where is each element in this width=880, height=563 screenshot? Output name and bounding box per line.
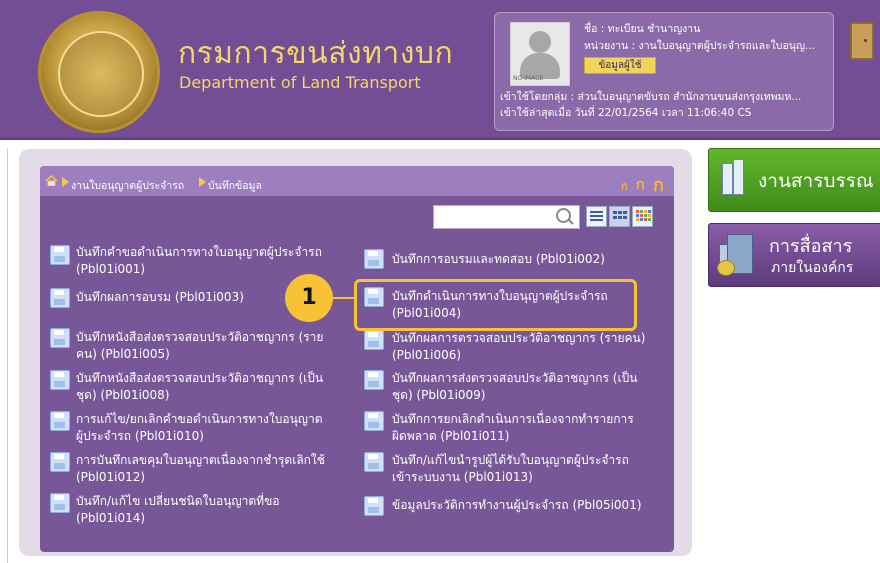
user-info-box: NO IMAGE ชื่อ : ทะเบียน ชำนาญงาน หน่วยงา… [494,12,834,131]
menu-item-pbl01i008[interactable]: บันทึกหนังสือส่งตรวจสอบประวัติอาชญากร (เ… [76,370,368,404]
menu-item-pbl01i002[interactable]: บันทึกการอบรมและทดสอบ (Pbl01i002) [392,251,684,268]
internal-communication-button[interactable]: การสื่อสาร ภายในองค์กร [708,223,880,287]
menu-item-code: ผิดพลาด (Pbl01i011) [392,429,510,443]
detail-view-button[interactable] [609,206,630,227]
menu-item-pbl01i006[interactable]: บันทึกผลการตรวจสอบประวัติอาชญากร (รายคน)… [392,330,684,364]
callout-connector [333,297,355,299]
last-login: เข้าใช้ล่าสุดเมื่อ วันที่ 22/01/2564 เวล… [500,107,752,119]
filing-cabinet-icon [733,159,744,195]
floppy-disk-icon[interactable] [50,288,70,308]
floppy-disk-icon[interactable] [364,370,384,390]
tile-view-button[interactable] [632,206,653,227]
detail-view-icon [613,211,617,214]
records-label: งานสารบรรณ [758,170,874,192]
page-divider [7,148,8,563]
menu-item-code: (Pbl01i006) [392,348,462,362]
tile-view-icon [636,210,639,213]
highlight-box [354,279,637,331]
font-size-medium[interactable]: ก [636,174,644,196]
menu-item-label: บันทึก/แก้ไขนำรูปผู้ได้รับใบอนุญาตผู้ประ… [392,453,629,467]
breadcrumb-item-record: บันทึกข้อมูล [208,180,262,192]
brand-title-thai: กรมการขนส่งทางบก [178,36,454,71]
font-size-small[interactable]: ก [621,177,628,195]
profile-button[interactable]: ข้อมูลผู้ใช้ [584,57,656,74]
menu-item-code: (Pbl01i001) [76,262,146,276]
user-unit: หน่วยงาน : งานใบอนุญาตผู้ประจำรถและใบอนุ… [584,40,815,52]
menu-item-label: บันทึกคำขอดำเนินการทางใบอนุญาตผู้ประจำรถ [76,245,322,259]
menu-item-pbl01i010[interactable]: การแก้ไข/ยกเลิกคำขอดำเนินการทางใบอนุญาตผ… [76,411,368,445]
menu-item-pbl01i009[interactable]: บันทึกผลการส่งตรวจสอบประวัติอาชญากร (เป็… [392,370,684,404]
user-group: เข้าใช้โดยกลุ่ม : ส่วนใบอนุญาตขับรถ สำนั… [500,91,802,103]
floppy-disk-icon[interactable] [364,249,384,269]
avatar-placeholder-text: NO IMAGE [513,75,544,82]
avatar: NO IMAGE [510,22,570,86]
filing-cabinet-icon [722,163,733,195]
floppy-disk-icon[interactable] [364,496,384,516]
records-management-button[interactable]: งานสารบรรณ [708,148,880,212]
communication-sublabel: ภายในองค์กร [771,260,854,276]
menu-item-pbl01i011[interactable]: บันทึกการยกเลิกดำเนินการเนื่องจากทำรายกา… [392,411,684,445]
communication-label: การสื่อสาร [769,236,853,257]
menu-item-pbl01i013[interactable]: บันทึก/แก้ไขนำรูปผู้ได้รับใบอนุญาตผู้ประ… [392,452,684,486]
menu-item-code: ชุด) (Pbl01i008) [76,388,170,402]
breadcrumb-separator-icon [199,177,206,187]
menu-item-code: ผู้ประจำรถ (Pbl01i010) [76,429,204,443]
menu-item-code: (Pbl01i014) [76,511,146,525]
department-seal-logo [38,11,160,133]
user-name: ชื่อ : ทะเบียน ชำนาญงาน [584,23,701,35]
megaphone-icon [717,260,735,276]
breadcrumb-item-license[interactable]: งานใบอนุญาตผู้ประจำรถ [71,177,184,194]
list-view-icon [590,211,603,213]
home-icon[interactable] [45,175,58,186]
floppy-disk-icon[interactable] [364,452,384,472]
floppy-disk-icon[interactable] [364,330,384,350]
breadcrumb-separator-icon [62,177,69,187]
menu-item-label: การแก้ไข/ยกเลิกคำขอดำเนินการทางใบอนุญาต [76,412,323,426]
menu-item-label: บันทึกผลการส่งตรวจสอบประวัติอาชญากร (เป็… [392,371,638,385]
font-size-large[interactable]: ก [653,170,664,199]
menu-item-label: ข้อมูลประวัติการทำงานผู้ประจำรถ (Pbl05i0… [392,498,642,512]
seal-inner [58,31,144,117]
menu-item-code: ชุด) (Pbl01i009) [392,388,486,402]
list-view-button[interactable] [586,206,607,227]
menu-item-code: (Pbl01i012) [76,470,146,484]
floppy-disk-icon[interactable] [50,328,70,348]
door-knob [864,39,867,42]
floppy-disk-icon[interactable] [50,245,70,265]
callout-badge: 1 [285,274,333,322]
menu-item-label: บันทึกหนังสือส่งตรวจสอบประวัติอาชญากร (เ… [76,371,324,385]
floppy-disk-icon[interactable] [50,370,70,390]
menu-item-label: การบันทึกเลขคุมใบอนุญาตเนื่องจากชำรุดเลิ… [76,453,325,467]
menu-item-code: คน) (Pbl01i005) [76,347,170,361]
avatar-head-icon [529,31,551,53]
menu-item-code: เข้าระบบงาน (Pbl01i013) [392,470,533,484]
floppy-disk-icon[interactable] [364,411,384,431]
menu-item-pbl01i005[interactable]: บันทึกหนังสือส่งตรวจสอบประวัติอาชญากร (ร… [76,329,368,363]
brand-title-english: Department of Land Transport [179,73,421,92]
menu-item-label: บันทึกผลการอบรม (Pbl01i003) [76,290,244,304]
floppy-disk-icon[interactable] [50,452,70,472]
menu-item-label: บันทึก/แก้ไข เปลี่ยนชนิดใบอนุญาตที่ขอ [76,494,280,508]
floppy-disk-icon[interactable] [50,493,70,513]
menu-item-label: บันทึกการยกเลิกดำเนินการเนื่องจากทำรายกา… [392,412,634,426]
menu-item-pbl01i014[interactable]: บันทึก/แก้ไข เปลี่ยนชนิดใบอนุญาตที่ขอ (Pb… [76,493,368,527]
menu-item-pbl01i001[interactable]: บันทึกคำขอดำเนินการทางใบอนุญาตผู้ประจำรถ… [76,244,368,278]
menu-item-pbl01i012[interactable]: การบันทึกเลขคุมใบอนุญาตเนื่องจากชำรุดเลิ… [76,452,368,486]
menu-item-label: บันทึกหนังสือส่งตรวจสอบประวัติอาชญากร (ร… [76,330,324,344]
floppy-disk-icon[interactable] [50,411,70,431]
menu-item-pbl05i001[interactable]: ข้อมูลประวัติการทำงานผู้ประจำรถ (Pbl05i0… [392,497,684,514]
menu-item-label: บันทึกการอบรมและทดสอบ (Pbl01i002) [392,252,605,266]
menu-item-label: บันทึกผลการตรวจสอบประวัติอาชญากร (รายคน) [392,331,646,345]
logout-door-icon[interactable] [850,22,874,60]
